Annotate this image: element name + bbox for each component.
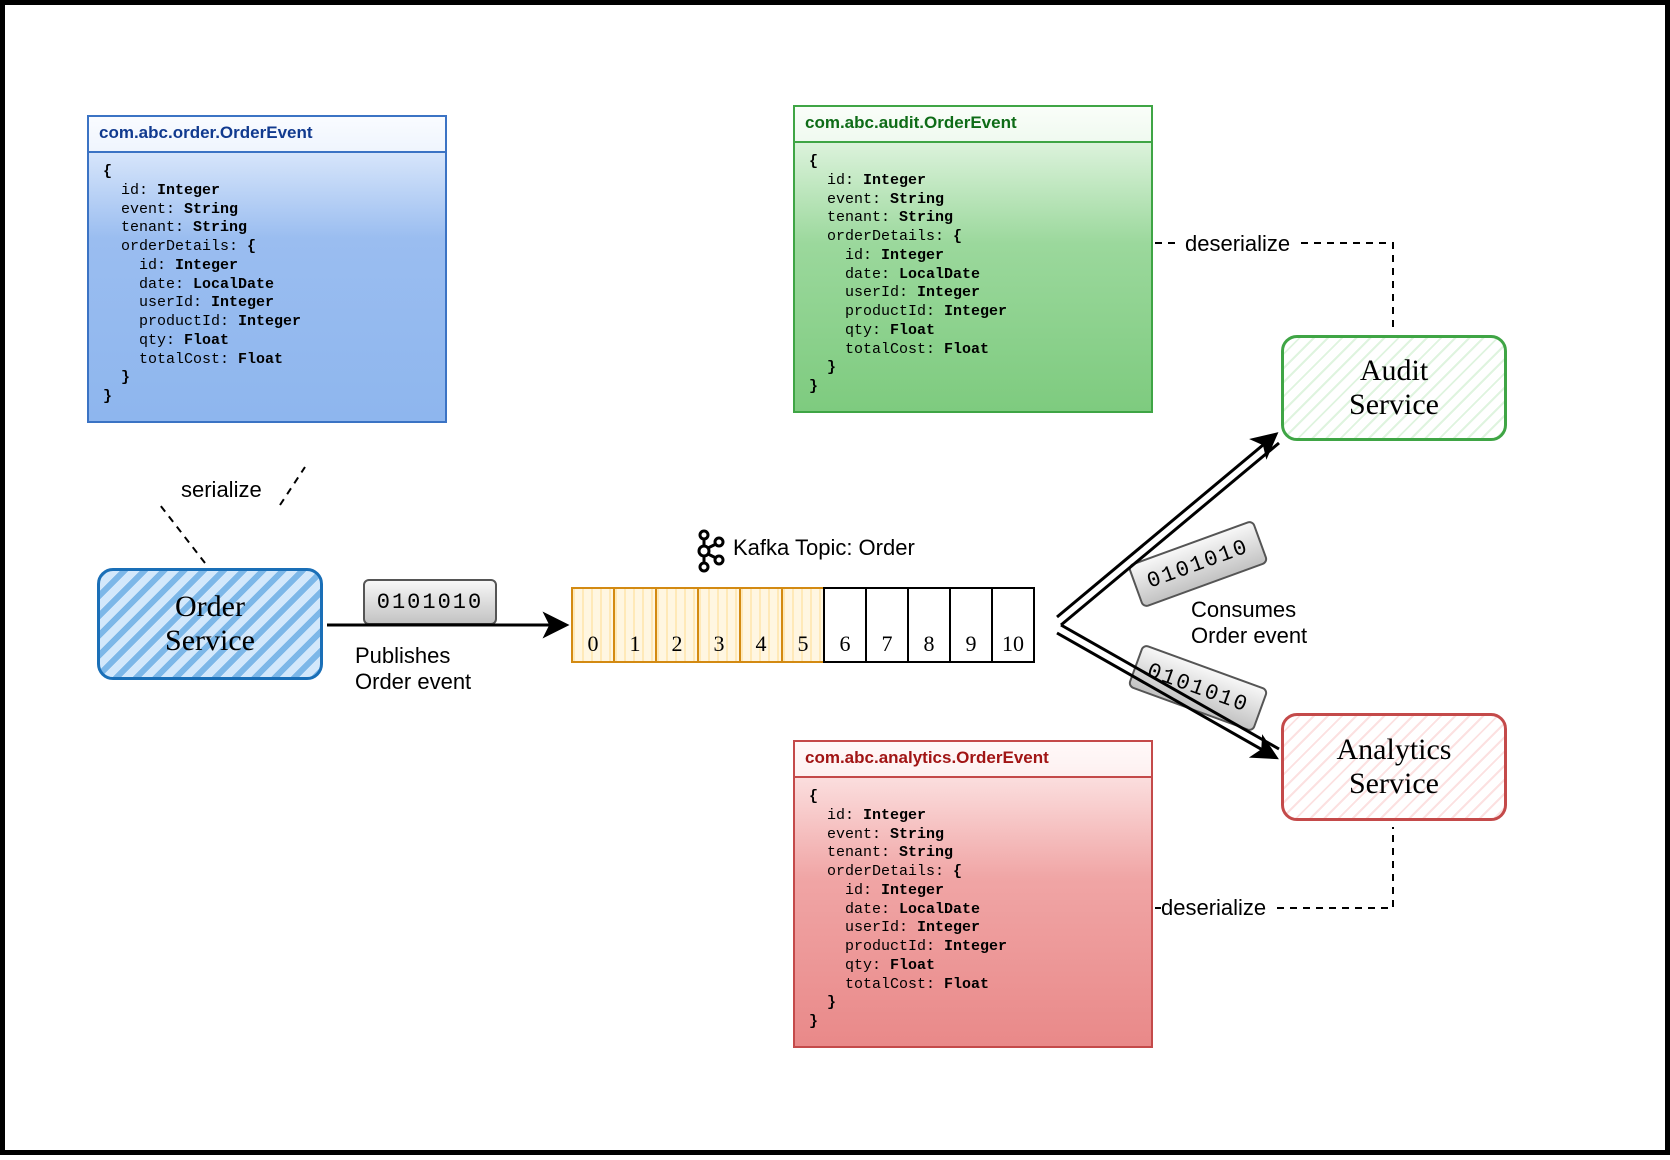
schema-body: { id: Integer event: String tenant: Stri… xyxy=(795,143,1151,411)
schema-body: { id: Integer event: String tenant: Stri… xyxy=(795,778,1151,1046)
schema-body: { id: Integer event: String tenant: Stri… xyxy=(89,153,445,421)
schema-order-event: com.abc.order.OrderEvent { id: Integer e… xyxy=(87,115,447,423)
schema-title: com.abc.audit.OrderEvent xyxy=(795,107,1151,143)
kafka-icon xyxy=(693,529,725,573)
schema-title: com.abc.analytics.OrderEvent xyxy=(795,742,1151,778)
partition-cell: 2 xyxy=(655,587,699,663)
analytics-service-box: Analytics Service xyxy=(1281,713,1507,821)
packet-to-audit: 0101010 xyxy=(1127,519,1269,608)
partition-cell: 0 xyxy=(571,587,615,663)
order-service-box: Order Service xyxy=(97,568,323,680)
schema-analytics-event: com.abc.analytics.OrderEvent { id: Integ… xyxy=(793,740,1153,1048)
deserialize-top-label: deserialize xyxy=(1185,231,1290,257)
partition-cell: 5 xyxy=(781,587,825,663)
partition-cell: 6 xyxy=(823,587,867,663)
schema-audit-event: com.abc.audit.OrderEvent { id: Integer e… xyxy=(793,105,1153,413)
partition-cell: 4 xyxy=(739,587,783,663)
partition-cell: 10 xyxy=(991,587,1035,663)
deserialize-bottom-label: deserialize xyxy=(1161,895,1266,921)
partition-cell: 7 xyxy=(865,587,909,663)
partition-cell: 8 xyxy=(907,587,951,663)
diagram-canvas: com.abc.order.OrderEvent { id: Integer e… xyxy=(0,0,1670,1155)
kafka-topic-label: Kafka Topic: Order xyxy=(733,535,915,561)
schema-title: com.abc.order.OrderEvent xyxy=(89,117,445,153)
publishes-label: Publishes Order event xyxy=(355,643,471,695)
audit-service-box: Audit Service xyxy=(1281,335,1507,441)
consumes-label: Consumes Order event xyxy=(1191,597,1307,649)
packet-to-analytics: 0101010 xyxy=(1127,643,1269,732)
packet-publish: 0101010 xyxy=(363,579,497,625)
kafka-topic: 012345678910 xyxy=(573,587,1035,663)
partition-cell: 1 xyxy=(613,587,657,663)
partition-cell: 9 xyxy=(949,587,993,663)
partition-cell: 3 xyxy=(697,587,741,663)
serialize-label: serialize xyxy=(181,477,262,503)
